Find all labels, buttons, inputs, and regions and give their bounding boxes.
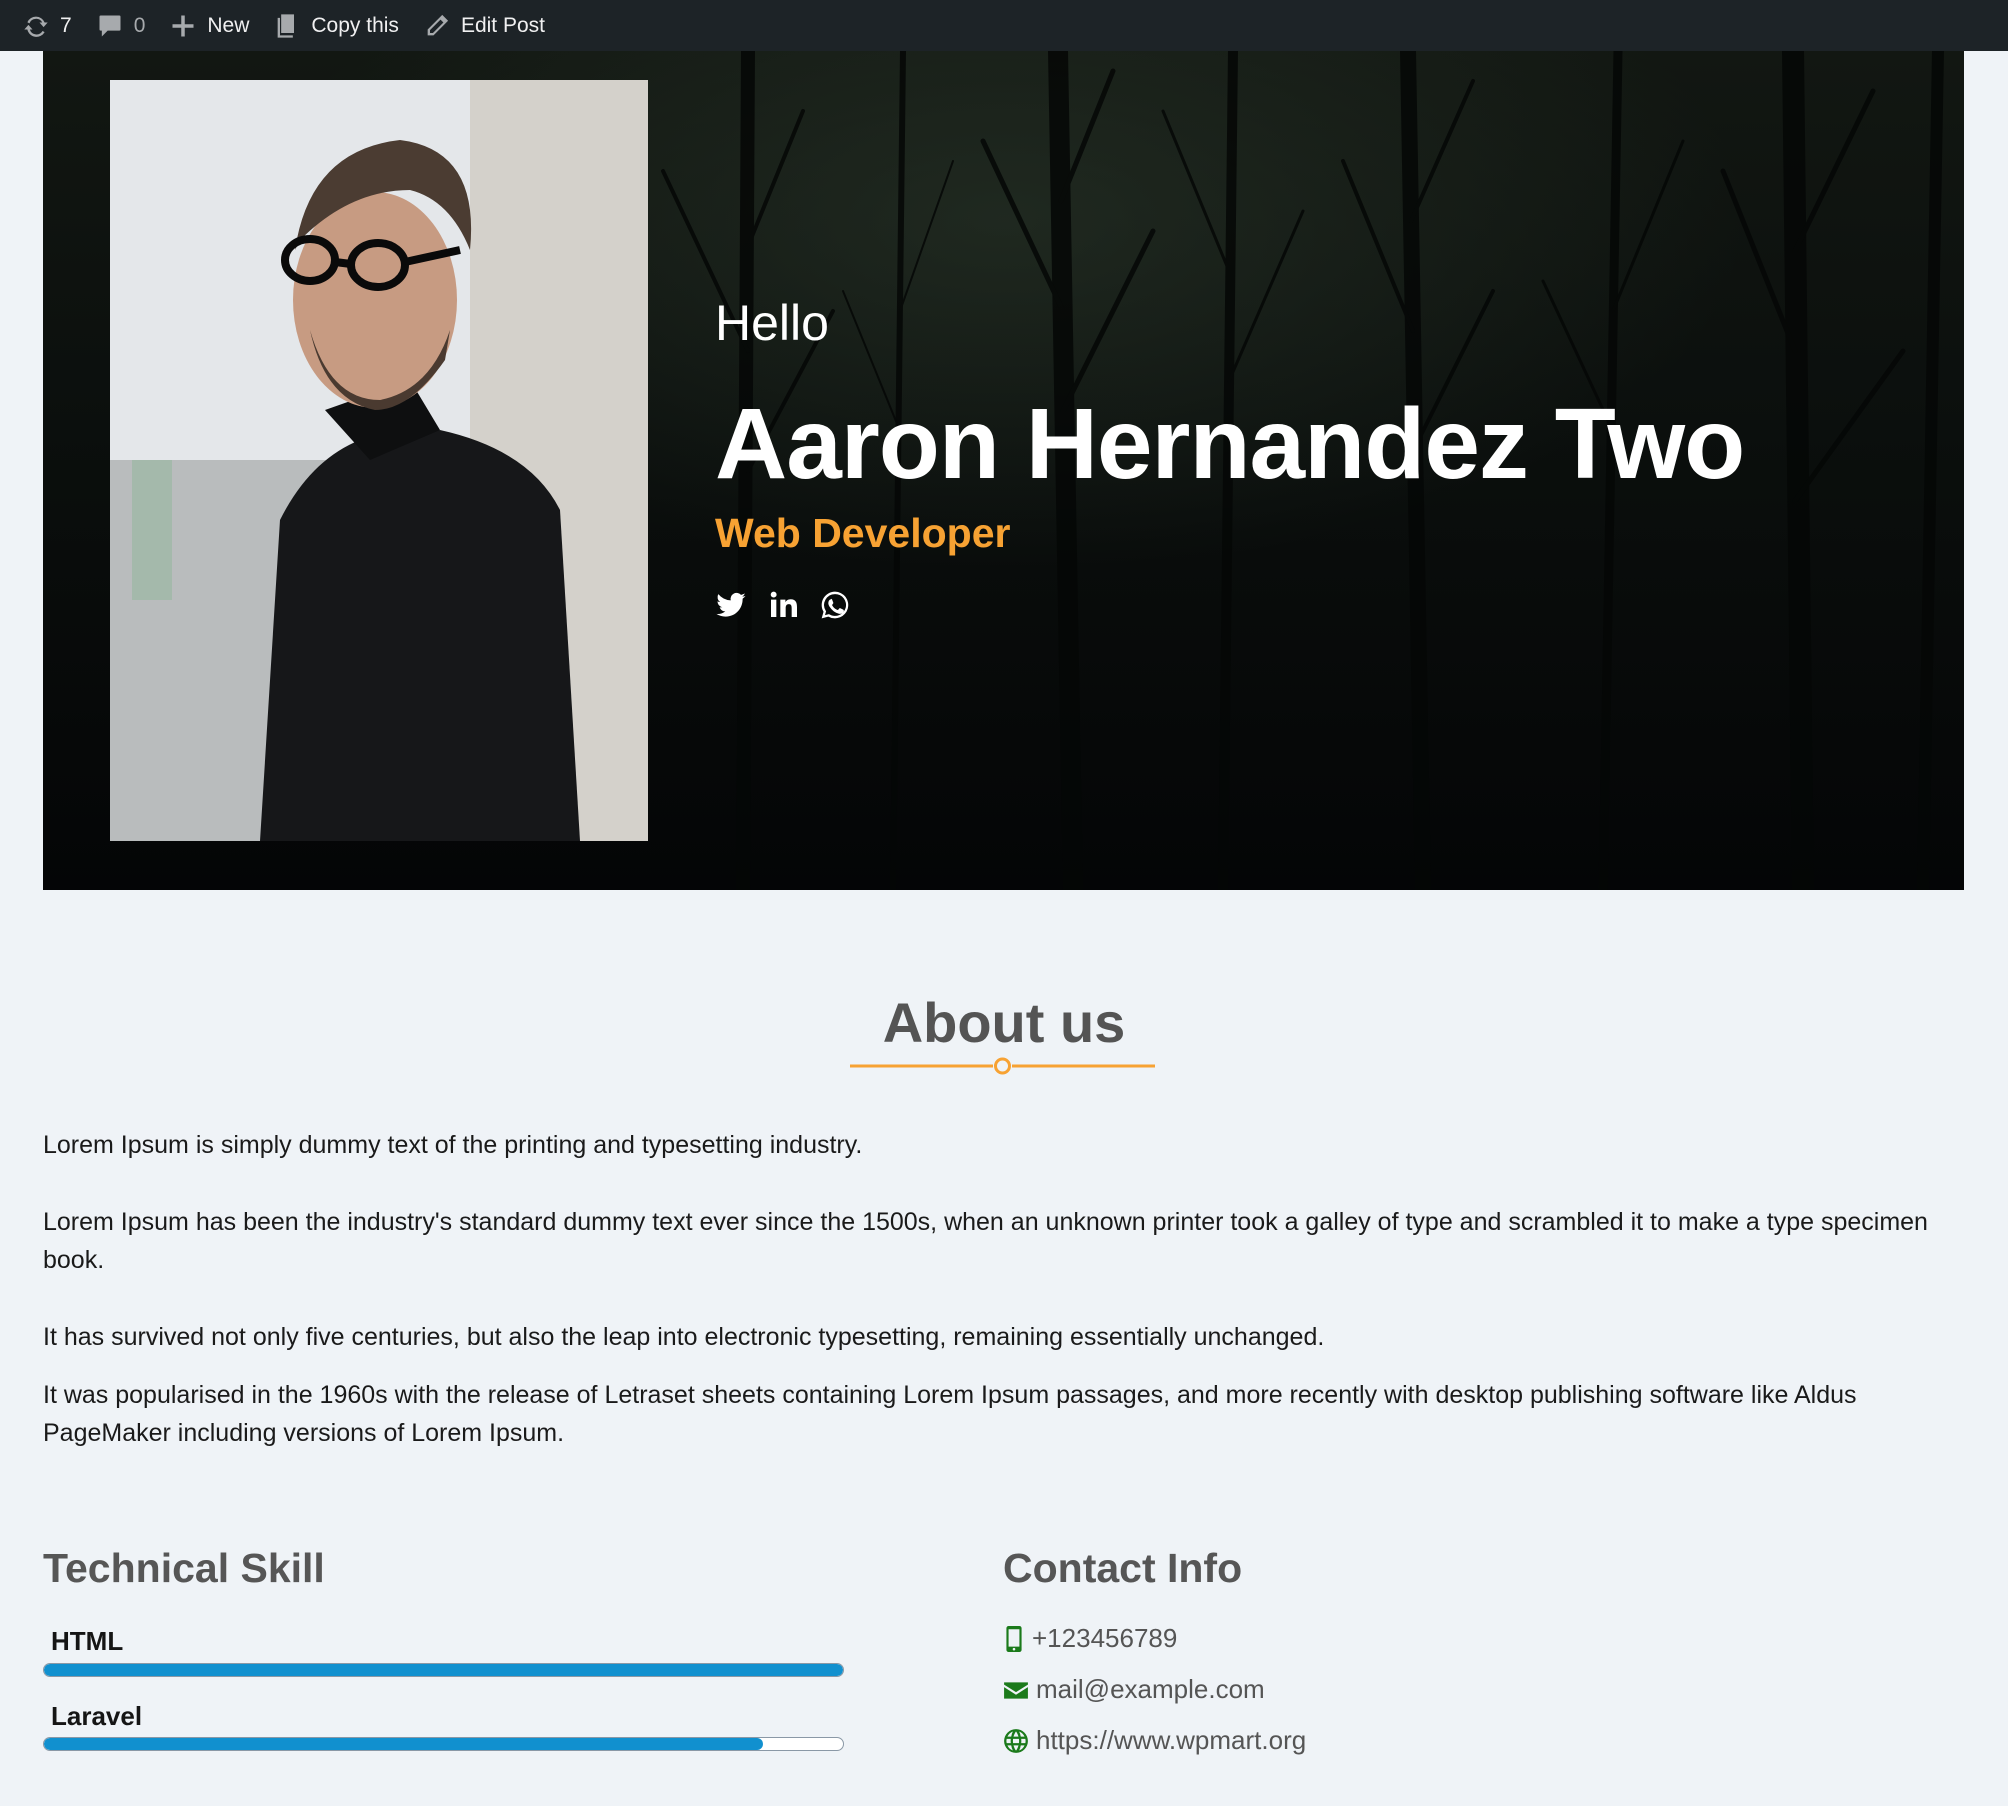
admin-bar: 7 0 New Copy this Edit Post (0, 0, 2008, 51)
skill-progress-bar (43, 1663, 844, 1677)
whatsapp-link[interactable] (819, 589, 851, 621)
twitter-icon (716, 592, 746, 617)
new-label: New (207, 13, 250, 37)
copy-this-button[interactable]: Copy this (273, 0, 413, 51)
refresh-icon (24, 16, 48, 37)
copy-icon (278, 13, 295, 38)
twitter-link[interactable] (715, 589, 747, 621)
about-paragraph: Lorem Ipsum is simply dummy text of the … (43, 1131, 863, 1159)
globe-icon (1004, 1728, 1028, 1753)
about-title: About us (882, 991, 1126, 1054)
hero-role: Web Developer (715, 510, 1011, 556)
comments-button[interactable]: 0 (96, 0, 160, 51)
about-paragraph: It has survived not only five centuries,… (43, 1323, 1325, 1351)
edit-post-label: Edit Post (460, 13, 545, 37)
phone-icon (1006, 1625, 1022, 1652)
new-content-button[interactable]: New (169, 0, 263, 51)
copy-label: Copy this (311, 13, 399, 37)
contact-website[interactable]: https://www.wpmart.org (1003, 1725, 1306, 1756)
skill-label: Laravel (51, 1701, 143, 1731)
hero-name: Aaron Hernandez Two (715, 388, 1745, 500)
contact-email[interactable]: mail@example.com (1003, 1674, 1265, 1705)
linkedin-icon (770, 591, 797, 617)
skill-label: HTML (51, 1626, 124, 1656)
contact-title: Contact Info (1003, 1545, 1243, 1591)
pencil-icon (427, 14, 449, 35)
updates-count: 7 (60, 13, 72, 37)
skill-progress-bar (43, 1737, 844, 1751)
skill-progress-fill (44, 1738, 764, 1750)
about-paragraph: It was popularised in the 1960s with the… (43, 1381, 1857, 1447)
email-text: mail@example.com (1036, 1674, 1265, 1704)
phone-text: +123456789 (1032, 1623, 1178, 1653)
profile-photo (110, 80, 648, 841)
plus-icon (172, 15, 194, 36)
about-text: Lorem Ipsum is simply dummy text of the … (43, 1126, 1964, 1491)
comment-icon (99, 15, 121, 36)
hero-banner: Hello Aaron Hernandez Two Web Developer (43, 51, 1964, 890)
contact-phone[interactable]: +123456789 (1003, 1623, 1177, 1654)
website-text: https://www.wpmart.org (1036, 1725, 1307, 1755)
whatsapp-icon (821, 591, 849, 619)
hero-greeting: Hello (715, 295, 829, 351)
edit-post-button[interactable]: Edit Post (423, 0, 559, 51)
skill-progress-fill (44, 1664, 843, 1676)
updates-button[interactable]: 7 (22, 0, 86, 51)
about-paragraph: Lorem Ipsum has been the industry's stan… (43, 1208, 1928, 1274)
linkedin-link[interactable] (767, 589, 799, 621)
social-links (715, 589, 851, 621)
envelope-icon (1004, 1681, 1028, 1699)
title-divider (850, 1057, 1155, 1075)
comments-count: 0 (133, 13, 146, 37)
skills-title: Technical Skill (43, 1545, 325, 1591)
